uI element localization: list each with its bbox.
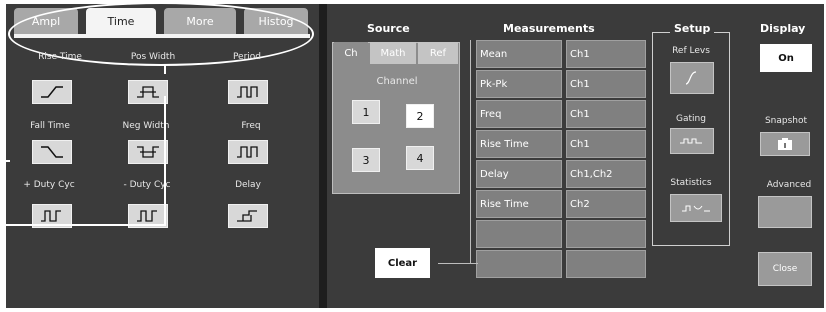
fall-time-label: Fall Time	[30, 121, 70, 131]
channel-4-label: 4	[416, 151, 424, 165]
measurement-source-cell[interactable]	[566, 220, 646, 248]
ref-levels-button[interactable]	[670, 62, 714, 94]
ref-levels-label: Ref Levs	[672, 46, 710, 56]
neg-duty-cycle-icon	[137, 210, 157, 222]
display-on-button[interactable]: On	[760, 44, 812, 72]
gating-button[interactable]	[670, 128, 714, 154]
statistics-icon	[682, 205, 710, 212]
neg-width-button[interactable]	[128, 140, 168, 164]
channel-4-button[interactable]: 4	[406, 146, 434, 170]
snapshot-label: Snapshot	[764, 116, 808, 126]
freq-button[interactable]	[228, 140, 268, 164]
period-icon	[237, 86, 258, 98]
fall-time-button[interactable]	[32, 140, 72, 164]
clear-connector	[438, 263, 478, 264]
display-on-label: On	[778, 52, 794, 64]
neg-width-label: Neg Width	[122, 121, 170, 131]
delay-label: Delay	[235, 180, 261, 190]
channel-1-label: 1	[362, 105, 370, 119]
callout-line-vertical	[164, 96, 166, 226]
pos-duty-cycle-icon	[41, 210, 61, 222]
pos-width-icon	[137, 86, 159, 98]
clear-button[interactable]: Clear	[375, 248, 430, 278]
channel-2-button[interactable]: 2	[406, 104, 434, 128]
source-tab-ref-label: Ref	[429, 47, 447, 59]
rise-time-icon	[41, 86, 63, 98]
callout-line-stub	[164, 64, 166, 74]
measurement-name-cell[interactable]	[476, 250, 562, 278]
statistics-label: Statistics	[670, 178, 712, 188]
measurement-name-cell[interactable]: Rise Time	[476, 130, 562, 158]
measurement-name-cell[interactable]: Delay	[476, 160, 562, 188]
source-tab-math[interactable]: Math	[370, 42, 416, 64]
measurements-bracket	[470, 40, 471, 264]
callout-line-short	[0, 160, 10, 162]
pos-duty-cycle-label: + Duty Cyc	[23, 180, 75, 190]
channel-1-button[interactable]: 1	[352, 100, 380, 124]
channel-label: Channel	[376, 76, 418, 87]
fall-time-icon	[41, 146, 63, 158]
statistics-button[interactable]	[670, 194, 722, 222]
period-button[interactable]	[228, 80, 268, 104]
close-label: Close	[772, 264, 798, 274]
measurement-source-cell[interactable]	[566, 250, 646, 278]
channel-3-button[interactable]: 3	[352, 148, 380, 172]
freq-label: Freq	[241, 121, 261, 131]
advanced-label: Advanced	[766, 180, 812, 190]
setup-header: Setup	[670, 22, 715, 35]
ref-levels-icon	[685, 71, 697, 85]
snapshot-icon	[778, 138, 792, 150]
source-tab-ref[interactable]: Ref	[418, 42, 458, 64]
source-tab-ch-label: Ch	[344, 47, 358, 59]
display-header: Display	[760, 22, 806, 35]
rise-time-button[interactable]	[32, 80, 72, 104]
measurement-source-cell[interactable]: Ch1	[566, 70, 646, 98]
measurement-name-cell[interactable]	[476, 220, 562, 248]
neg-duty-cycle-label: - Duty Cyc	[123, 180, 171, 190]
source-tab-ch[interactable]: Ch	[334, 42, 368, 64]
delay-icon	[237, 210, 257, 222]
clear-label: Clear	[387, 257, 418, 269]
measurement-source-cell[interactable]: Ch2	[566, 190, 646, 218]
rise-time-label: Rise Time	[38, 52, 82, 62]
measurement-source-cell[interactable]: Ch1	[566, 130, 646, 158]
advanced-button[interactable]	[758, 196, 812, 228]
source-tab-math-label: Math	[380, 47, 406, 59]
delay-button[interactable]	[228, 204, 268, 228]
period-label: Period	[232, 52, 262, 62]
panel-divider	[319, 4, 327, 308]
measurement-name-cell[interactable]: Pk-Pk	[476, 70, 562, 98]
measurement-source-cell[interactable]: Ch1	[566, 40, 646, 68]
measurement-source-cell[interactable]: Ch1,Ch2	[566, 160, 646, 188]
pos-width-button[interactable]	[128, 80, 168, 104]
source-header: Source	[367, 22, 410, 35]
freq-icon	[237, 146, 258, 158]
snapshot-button[interactable]	[760, 132, 810, 156]
close-button[interactable]: Close	[758, 252, 812, 286]
channel-3-label: 3	[362, 153, 370, 167]
measurement-source-cell[interactable]: Ch1	[566, 100, 646, 128]
measurement-name-cell[interactable]: Freq	[476, 100, 562, 128]
measurements-header: Measurements	[503, 22, 595, 35]
neg-width-icon	[137, 146, 159, 158]
callout-line-bottom	[0, 224, 165, 226]
measurement-name-cell[interactable]: Rise Time	[476, 190, 562, 218]
channel-2-label: 2	[416, 109, 424, 123]
measurement-name-cell[interactable]: Mean	[476, 40, 562, 68]
gating-icon	[680, 138, 702, 144]
pos-width-label: Pos Width	[130, 52, 176, 62]
gating-label: Gating	[676, 114, 706, 124]
